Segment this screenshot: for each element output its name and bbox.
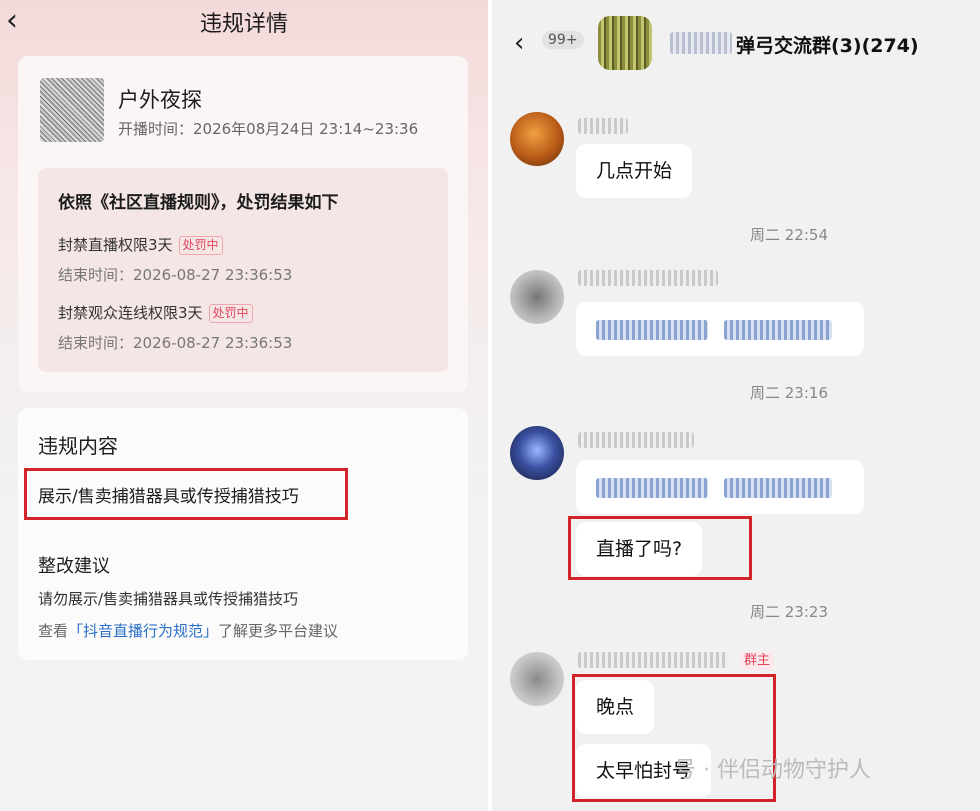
penalty-label: 封禁直播权限3天 — [58, 236, 173, 254]
stream-time: 开播时间：2026年08月24日 23:14~23:36 — [118, 120, 419, 138]
unread-badge: 99+ — [542, 31, 584, 49]
stream-title: 户外夜探 — [118, 88, 202, 112]
status-badge: 处罚中 — [208, 304, 253, 323]
link-prefix: 查看 — [38, 622, 69, 640]
blurred-username — [578, 270, 718, 286]
owner-badge: 群主 — [740, 652, 775, 670]
timestamp: 周二 22:54 — [750, 226, 828, 244]
penalty-item-1: 封禁直播权限3天 处罚中 — [58, 234, 223, 255]
violation-heading: 违规内容 — [38, 434, 118, 458]
blurred-username — [578, 432, 694, 448]
status-badge: 处罚中 — [178, 236, 223, 255]
penalty-end-1: 结束时间：2026-08-27 23:36:53 — [58, 266, 293, 284]
rules-link[interactable]: 「抖音直播行为规范」 — [68, 622, 218, 640]
violation-text: 展示/售卖捕猎器具或传授捕猎技巧 — [38, 487, 299, 507]
penalty-box: 依照《社区直播规则》，处罚结果如下 封禁直播权限3天 处罚中 结束时间：2026-… — [38, 168, 448, 372]
avatar — [510, 112, 564, 166]
stream-thumbnail — [40, 78, 104, 142]
blurred-username — [578, 118, 628, 134]
timestamp: 周二 23:23 — [750, 603, 828, 621]
page-title: 违规详情 — [199, 12, 288, 37]
blurred-group-prefix — [670, 32, 732, 54]
group-title: 弹弓交流群(3)(274) — [736, 35, 919, 57]
red-highlight-box — [568, 516, 752, 580]
violation-card: 违规内容 展示/售卖捕猎器具或传授捕猎技巧 整改建议 请勿展示/售卖捕猎器具或传… — [18, 408, 468, 660]
left-screenshot: ‹ 违规详情 户外夜探 开播时间：2026年08月24日 23:14~23:36… — [0, 0, 488, 811]
avatar — [510, 426, 564, 480]
link-suffix: 了解更多平台建议 — [218, 622, 339, 640]
blurred-username — [578, 652, 728, 668]
avatar — [510, 652, 564, 706]
message-bubble: 几点开始 — [576, 144, 693, 198]
live-info-card: 户外夜探 开播时间：2026年08月24日 23:14~23:36 依照《社区直… — [18, 56, 468, 392]
suggestion-text: 请勿展示/售卖捕猎器具或传授捕猎技巧 — [38, 590, 299, 608]
penalty-rule: 依照《社区直播规则》，处罚结果如下 — [58, 193, 339, 213]
blurred-message — [576, 460, 864, 514]
blurred-message — [576, 302, 864, 356]
penalty-item-2: 封禁观众连线权限3天 处罚中 — [58, 302, 253, 323]
watermark: 号 · 伴侣动物守护人 — [674, 758, 871, 783]
penalty-end-2: 结束时间：2026-08-27 23:36:53 — [58, 334, 293, 352]
suggestion-heading: 整改建议 — [38, 556, 110, 577]
suggestion-link-line: 查看「抖音直播行为规范」了解更多平台建议 — [38, 620, 338, 641]
timestamp: 周二 23:16 — [750, 384, 828, 402]
penalty-label: 封禁观众连线权限3天 — [58, 304, 203, 322]
right-screenshot: ‹ 99+ 弹弓交流群(3)(274) 几点开始 周二 22:54 周二 23:… — [492, 0, 980, 811]
group-avatar — [598, 16, 652, 70]
back-chevron-icon[interactable]: ‹ — [514, 28, 524, 58]
avatar — [510, 270, 564, 324]
